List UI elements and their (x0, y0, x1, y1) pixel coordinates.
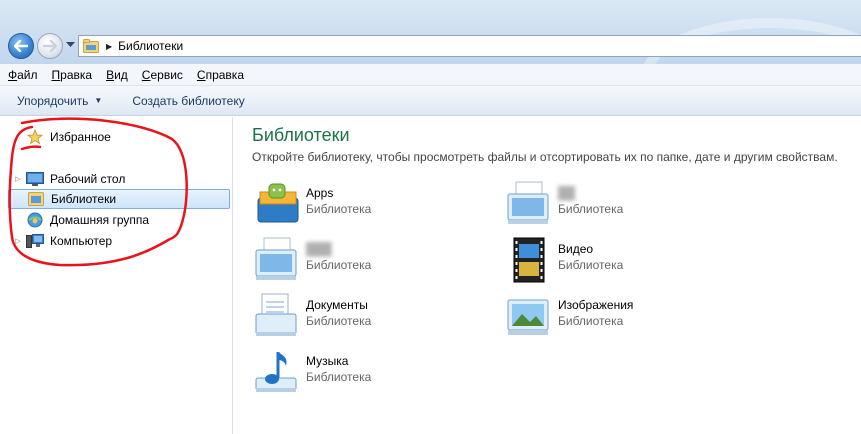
breadcrumb-libraries[interactable]: Библиотеки (118, 39, 183, 53)
desktop-icon (26, 171, 44, 187)
nav-favorites[interactable]: Избранное (0, 127, 111, 147)
menu-file-accesskey: Ф (8, 67, 18, 82)
organize-label: Упорядочить (17, 93, 89, 108)
nav-desktop-label: Рабочий стол (50, 172, 126, 186)
nav-computer-label: Компьютер (50, 234, 113, 248)
menu-view-label: ид (114, 67, 128, 82)
library-name: Видео (558, 242, 594, 256)
library-item-music[interactable]: Музыка Библиотека (252, 348, 492, 398)
nav-homegroup-label: Домашняя группа (50, 213, 150, 227)
menu-help-accesskey: С (196, 67, 206, 82)
create-library-button[interactable]: Создать библиотеку (132, 94, 244, 108)
nav-libraries-label: Библиотеки (51, 192, 117, 206)
library-type: Библиотека (558, 202, 624, 216)
libraries-folder-icon (83, 39, 99, 53)
forward-button[interactable] (37, 33, 63, 59)
library-item-documents[interactable]: Документы Библиотека (252, 292, 492, 342)
library-item-blurred[interactable]: ███ Библиотека (252, 236, 492, 286)
navigation-pane: Избранное ▷ Рабочий стол Библиотеки Дома… (0, 117, 233, 434)
music-icon (255, 352, 297, 392)
documents-icon (255, 293, 297, 336)
nav-desktop[interactable]: ▷ Рабочий стол (0, 169, 125, 189)
menu-edit-label: равка (60, 67, 93, 82)
nav-libraries[interactable]: Библиотеки (8, 189, 230, 209)
menu-tools-label: ервис (150, 67, 183, 82)
create-library-label: Создать библиотеку (132, 93, 245, 108)
library-item-pictures[interactable]: Изображения Библиотека (504, 292, 744, 342)
address-bar[interactable]: ▶ Библиотеки (78, 35, 861, 57)
library-icon (255, 237, 297, 280)
apps-icon (257, 183, 299, 223)
chevron-down-icon: ▼ (94, 96, 103, 105)
homegroup-icon (26, 212, 44, 228)
library-item-blurred[interactable]: ██ Библиотека (504, 180, 744, 230)
back-arrow-icon (14, 40, 28, 52)
library-name: Apps (306, 186, 334, 200)
expand-arrow-icon[interactable]: ▷ (14, 175, 22, 183)
menu-file-label: айл (17, 67, 38, 82)
menu-tools[interactable]: Сервис (142, 68, 183, 82)
expand-arrow-icon[interactable]: ▷ (14, 237, 22, 245)
menu-view[interactable]: Вид (106, 68, 128, 82)
nav-favorites-label: Избранное (50, 130, 111, 144)
library-item-video[interactable]: Видео Библиотека (504, 236, 744, 286)
library-name: ███ (306, 242, 332, 256)
library-item-apps[interactable]: Apps Библиотека (252, 180, 492, 230)
video-icon (513, 237, 545, 283)
library-name: ██ (558, 186, 576, 200)
page-subtitle: Откройте библиотеку, чтобы просмотреть ф… (252, 150, 838, 164)
library-type: Библиотека (558, 258, 624, 272)
menu-edit[interactable]: Правка (52, 68, 93, 82)
library-type: Библиотека (306, 370, 372, 384)
breadcrumb-separator-icon[interactable]: ▶ (106, 42, 112, 51)
back-button[interactable] (8, 33, 34, 59)
library-type: Библиотека (558, 314, 624, 328)
computer-icon (26, 233, 44, 249)
library-type: Библиотека (306, 202, 372, 216)
pictures-icon (507, 299, 549, 335)
library-name: Изображения (558, 298, 634, 312)
organize-button[interactable]: Упорядочить ▼ (17, 94, 102, 108)
library-type: Библиотека (306, 258, 372, 272)
content-pane: Библиотеки Откройте библиотеку, чтобы пр… (234, 117, 861, 434)
libraries-icon (27, 191, 45, 207)
nav-computer[interactable]: ▷ Компьютер (0, 231, 112, 251)
menu-help-label: правка (205, 67, 244, 82)
menu-bar: Файл Правка Вид Сервис Справка (0, 64, 861, 86)
library-name: Документы (306, 298, 368, 312)
library-name: Музыка (306, 354, 349, 368)
nav-homegroup[interactable]: Домашняя группа (0, 210, 149, 230)
recent-pages-dropdown-icon[interactable] (66, 42, 75, 48)
library-icon (507, 181, 549, 224)
menu-help[interactable]: Справка (197, 68, 244, 82)
command-bar: Упорядочить ▼ Создать библиотеку (0, 86, 861, 116)
menu-view-accesskey: В (106, 67, 115, 82)
menu-file[interactable]: Файл (8, 68, 38, 82)
menu-edit-accesskey: П (51, 67, 61, 82)
page-title: Библиотеки (252, 125, 350, 145)
library-type: Библиотека (306, 314, 372, 328)
window-title-region: ▶ Библиотеки (0, 0, 861, 64)
forward-arrow-icon (43, 40, 57, 52)
star-icon (26, 129, 44, 145)
